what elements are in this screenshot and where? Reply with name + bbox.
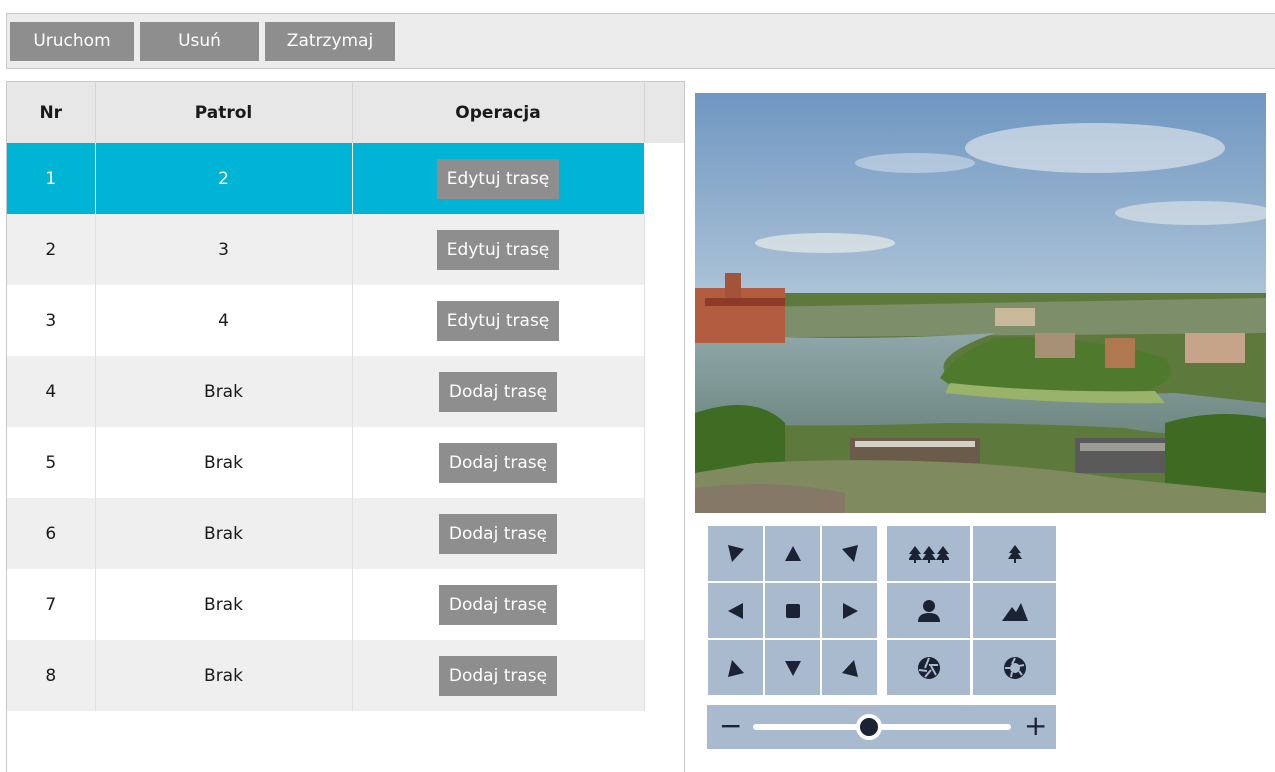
row-operation: Dodaj trasę xyxy=(352,356,645,427)
row-number: 6 xyxy=(7,498,96,569)
left-arrow-icon xyxy=(727,602,743,619)
add-route-button[interactable]: Dodaj trasę xyxy=(438,655,558,696)
row-patrol: Brak xyxy=(95,356,353,427)
row-operation: Edytuj trasę xyxy=(352,214,645,285)
row-patrol: 4 xyxy=(95,285,353,356)
zoom-out-icon xyxy=(908,545,949,563)
focus-near-button[interactable] xyxy=(887,583,970,638)
edit-route-button[interactable]: Edytuj trasę xyxy=(436,158,560,199)
ptz-up-right-button[interactable] xyxy=(822,526,877,581)
column-header-patrol: Patrol xyxy=(95,82,353,143)
add-route-button[interactable]: Dodaj trasę xyxy=(438,584,558,625)
iris-open-button[interactable] xyxy=(973,640,1056,695)
video-image xyxy=(695,93,1266,513)
row-operation: Dodaj trasę xyxy=(352,569,645,640)
iris-open-icon xyxy=(1003,656,1026,679)
patrol-table: Nr Patrol Operacja 1 2 Edytuj trasę 2 3 Edytu… xyxy=(7,82,645,711)
edit-route-button[interactable]: Edytuj trasę xyxy=(436,229,560,270)
column-header-operation: Operacja xyxy=(352,82,645,143)
down-arrow-icon xyxy=(784,660,801,676)
zoom-in-button[interactable] xyxy=(973,526,1056,581)
table-header-row: Nr Patrol Operacja xyxy=(7,82,645,143)
edit-route-button[interactable]: Edytuj trasę xyxy=(436,300,560,341)
add-route-button[interactable]: Dodaj trasę xyxy=(438,442,558,483)
row-number: 2 xyxy=(7,214,96,285)
row-operation: Dodaj trasę xyxy=(352,640,645,711)
stop-icon xyxy=(785,603,800,618)
column-header-nr: Nr xyxy=(7,82,96,143)
focus-near-icon xyxy=(917,599,940,622)
stop-button[interactable]: Zatrzymaj xyxy=(265,22,395,61)
table-row[interactable]: 5 Brak Dodaj trasę xyxy=(7,427,645,498)
row-operation: Edytuj trasę xyxy=(352,143,645,214)
table-row[interactable]: 3 4 Edytuj trasę xyxy=(7,285,645,356)
down-left-arrow-icon xyxy=(727,659,744,677)
ptz-down-right-button[interactable] xyxy=(822,640,877,695)
delete-button[interactable]: Usuń xyxy=(140,22,259,61)
ptz-right-button[interactable] xyxy=(822,583,877,638)
iris-close-button[interactable] xyxy=(887,640,970,695)
ptz-speed-slider[interactable]: − + xyxy=(707,705,1056,749)
ptz-up-left-button[interactable] xyxy=(708,526,763,581)
ptz-left-button[interactable] xyxy=(708,583,763,638)
patrol-table-pane: Nr Patrol Operacja 1 2 Edytuj trasę 2 3 Edytu… xyxy=(6,81,685,772)
down-right-arrow-icon xyxy=(841,659,858,677)
table-row[interactable]: 2 3 Edytuj trasę xyxy=(7,214,645,285)
table-row[interactable]: 7 Brak Dodaj trasę xyxy=(7,569,645,640)
table-row[interactable]: 4 Brak Dodaj trasę xyxy=(7,356,645,427)
row-number: 5 xyxy=(7,427,96,498)
ptz-down-left-button[interactable] xyxy=(708,640,763,695)
row-number: 4 xyxy=(7,356,96,427)
slider-handle[interactable] xyxy=(856,714,883,740)
zoom-in-icon xyxy=(1007,544,1022,563)
row-patrol: 3 xyxy=(95,214,353,285)
row-operation: Edytuj trasę xyxy=(352,285,645,356)
up-left-arrow-icon xyxy=(727,544,744,562)
row-patrol: 2 xyxy=(95,143,353,214)
row-number: 7 xyxy=(7,569,96,640)
up-right-arrow-icon xyxy=(841,544,858,562)
row-patrol: Brak xyxy=(95,498,353,569)
toolbar: Uruchom Usuń Zatrzymaj xyxy=(6,13,1275,69)
add-route-button[interactable]: Dodaj trasę xyxy=(438,371,558,412)
start-button[interactable]: Uruchom xyxy=(10,22,134,61)
ptz-down-button[interactable] xyxy=(765,640,820,695)
ptz-stop-button[interactable] xyxy=(765,583,820,638)
row-patrol: Brak xyxy=(95,640,353,711)
add-route-button[interactable]: Dodaj trasę xyxy=(438,513,558,554)
table-row[interactable]: 1 2 Edytuj trasę xyxy=(7,143,645,214)
row-number: 8 xyxy=(7,640,96,711)
up-arrow-icon xyxy=(784,545,801,561)
row-number: 1 xyxy=(7,143,96,214)
table-row[interactable]: 8 Brak Dodaj trasę xyxy=(7,640,645,711)
right-arrow-icon xyxy=(842,602,858,619)
row-operation: Dodaj trasę xyxy=(352,498,645,569)
row-operation: Dodaj trasę xyxy=(352,427,645,498)
iris-close-icon xyxy=(917,656,940,679)
speed-decrease-button[interactable]: − xyxy=(719,710,742,742)
focus-far-icon xyxy=(1001,602,1028,621)
row-patrol: Brak xyxy=(95,427,353,498)
focus-far-button[interactable] xyxy=(973,583,1056,638)
zoom-out-button[interactable] xyxy=(887,526,970,581)
ptz-up-button[interactable] xyxy=(765,526,820,581)
table-row[interactable]: 6 Brak Dodaj trasę xyxy=(7,498,645,569)
scrollbar-header-spacer xyxy=(644,82,684,143)
row-patrol: Brak xyxy=(95,569,353,640)
camera-preview xyxy=(695,93,1266,513)
row-number: 3 xyxy=(7,285,96,356)
speed-increase-button[interactable]: + xyxy=(1024,710,1047,742)
